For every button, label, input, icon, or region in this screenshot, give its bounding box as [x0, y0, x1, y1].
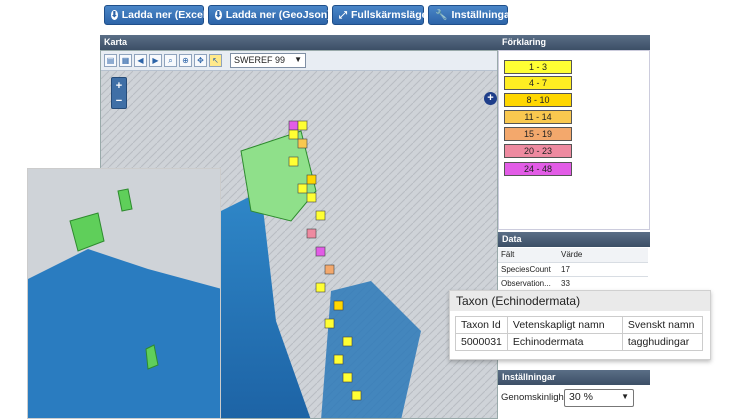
legend-item: 24 - 48	[504, 162, 572, 176]
download-icon: ⬇	[215, 10, 222, 20]
popup-title: Taxon (Echinodermata)	[450, 291, 710, 311]
value-cell: 17	[558, 262, 648, 277]
map-panel-header: Karta	[100, 35, 498, 50]
zoom-in-button[interactable]: +	[112, 78, 126, 94]
zoom-out-button[interactable]: −	[112, 94, 126, 109]
chevron-down-icon: ▼	[621, 392, 629, 401]
data-title: Data	[502, 234, 522, 244]
legend-item: 20 - 23	[504, 144, 572, 158]
map-toolbar: ▤ ▦ ◀ ▶ ⌕ ⊕ ✥ ↖ SWEREF 99 ▼	[101, 51, 497, 71]
map-title: Karta	[104, 37, 128, 47]
settings-title: Inställningar	[502, 372, 556, 382]
projection-value: SWEREF 99	[234, 55, 286, 65]
column-header-swedish-name: Svenskt namn	[621, 316, 703, 334]
select-icon[interactable]: ▦	[119, 54, 132, 67]
legend-item-label: 11 - 14	[524, 112, 552, 122]
table-row[interactable]: SpeciesCount 17	[498, 262, 648, 277]
settings-label: Inställningar	[451, 9, 514, 21]
add-layer-button[interactable]: +	[484, 92, 497, 105]
table-header-row: Taxon Id Vetenskapligt namn Svenskt namn	[455, 316, 703, 334]
field-cell: Observation...	[498, 276, 558, 291]
zoom-extent-icon[interactable]: ⊕	[179, 54, 192, 67]
fullscreen-label: Fullskärmsläge	[351, 9, 428, 21]
download-excel-button[interactable]: ⬇ Ladda ner (Excel)	[104, 5, 209, 25]
download-geojson-button[interactable]: ⬇ Ladda ner (GeoJson)	[208, 5, 331, 25]
opacity-value: 30 %	[569, 391, 593, 403]
wrench-icon: 🔧	[435, 9, 448, 21]
legend-item-label: 1 - 3	[528, 62, 547, 72]
column-header-field: Fält	[498, 248, 558, 263]
data-table: Fält Värde SpeciesCount 17 Observation..…	[498, 248, 648, 291]
opacity-select[interactable]: 30 % ▼	[564, 389, 634, 407]
legend-panel-header: Förklaring	[498, 35, 650, 50]
column-header-scientific-name: Vetenskapligt namn	[506, 316, 623, 334]
fullscreen-button[interactable]: ⤢ Fullskärmsläge	[332, 5, 428, 25]
zoom-icon[interactable]: ⌕	[164, 54, 177, 67]
column-header-taxon-id: Taxon Id	[455, 316, 508, 334]
pan-icon[interactable]: ✥	[194, 54, 207, 67]
legend-item: 1 - 3	[504, 60, 572, 74]
settings-button[interactable]: 🔧 Inställningar	[428, 5, 514, 25]
scientific-name-cell: Echinodermata	[506, 333, 623, 351]
inset-map-canvas	[28, 169, 220, 418]
taxon-id-cell: 5000031	[455, 333, 508, 351]
inset-map	[27, 168, 221, 419]
data-panel-header: Data	[498, 232, 650, 247]
expand-icon: ⤢	[339, 9, 347, 21]
field-cell: SpeciesCount	[498, 262, 558, 277]
legend-item: 11 - 14	[504, 110, 572, 124]
legend-title: Förklaring	[502, 37, 547, 47]
taxon-table: Taxon Id Vetenskapligt namn Svenskt namn…	[455, 316, 703, 351]
legend-item-label: 4 - 7	[528, 78, 547, 88]
download-geojson-label: Ladda ner (GeoJson)	[225, 9, 331, 21]
download-excel-label: Ladda ner (Excel)	[121, 9, 210, 21]
table-row[interactable]: 5000031 Echinodermata tagghudingar	[455, 333, 703, 351]
download-icon: ⬇	[111, 10, 118, 20]
chevron-down-icon: ▼	[294, 55, 302, 64]
legend-item-label: 24 - 48	[523, 164, 553, 174]
taxon-popup: Taxon (Echinodermata) Taxon Id Vetenskap…	[449, 290, 711, 360]
forward-icon[interactable]: ▶	[149, 54, 162, 67]
zoom-control: + −	[111, 77, 127, 109]
table-row[interactable]: Observation... 33	[498, 276, 648, 291]
opacity-label: Genomskinlighet	[501, 392, 572, 403]
legend-item-label: 8 - 10	[526, 95, 550, 105]
legend-item: 4 - 7	[504, 76, 572, 90]
back-icon[interactable]: ◀	[134, 54, 147, 67]
legend-item-label: 20 - 23	[523, 146, 553, 156]
legend-item: 15 - 19	[504, 127, 572, 141]
settings-panel-header: Inställningar	[498, 370, 650, 385]
table-header-row: Fält Värde	[498, 248, 648, 263]
legend-item: 8 - 10	[504, 93, 572, 107]
layers-icon[interactable]: ▤	[104, 54, 117, 67]
projection-select[interactable]: SWEREF 99 ▼	[230, 53, 306, 68]
column-header-value: Värde	[558, 248, 648, 263]
value-cell: 33	[558, 276, 648, 291]
swedish-name-cell: tagghudingar	[621, 333, 703, 351]
legend-item-label: 15 - 19	[523, 129, 553, 139]
pointer-icon[interactable]: ↖	[209, 54, 222, 67]
